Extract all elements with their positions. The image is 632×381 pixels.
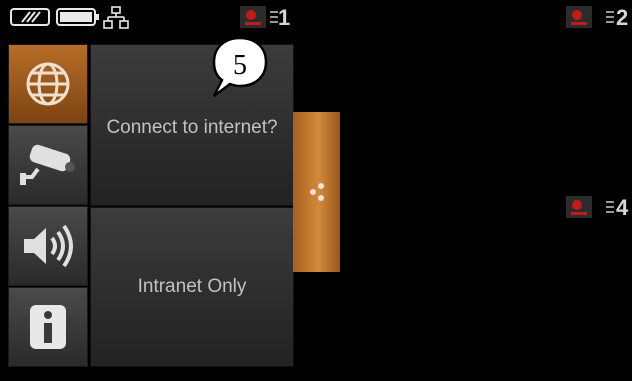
camera-icon — [20, 144, 75, 185]
globe-icon — [26, 62, 70, 106]
info-icon — [30, 305, 66, 349]
camera-number: 4 — [616, 196, 629, 220]
sidebar-item-camera[interactable] — [8, 125, 88, 205]
sidebar-item-info[interactable] — [8, 287, 88, 367]
network-status-icon — [10, 6, 50, 28]
intranet-only-label: Intranet Only — [137, 276, 247, 297]
camera-tile-1[interactable]: 1 — [240, 6, 320, 30]
callout-number: 5 — [233, 50, 247, 81]
camera-number: 2 — [616, 6, 629, 30]
menu-lines-icon — [270, 10, 278, 26]
menu-lines-icon — [606, 10, 614, 26]
camera-tile-4[interactable]: 4 — [566, 196, 632, 220]
share-icon — [310, 183, 324, 201]
sidebar-item-network[interactable] — [8, 44, 88, 124]
camera-record-icon — [240, 6, 266, 28]
connect-internet-label: Connect to internet? — [106, 117, 278, 138]
battery-icon — [56, 6, 100, 28]
connection-tree-icon — [103, 6, 129, 29]
speaker-icon — [24, 224, 73, 268]
camera-tile-2[interactable]: 2 — [566, 6, 632, 30]
sidebar-item-audio[interactable] — [8, 206, 88, 286]
camera-record-icon — [566, 196, 592, 218]
slide-tab-handle[interactable] — [293, 112, 340, 272]
callout-bubble: 5 — [200, 32, 280, 112]
menu-lines-icon — [606, 200, 614, 216]
camera-number: 1 — [278, 5, 291, 30]
intranet-only-option[interactable]: Intranet Only — [90, 207, 294, 367]
camera-record-icon — [566, 6, 592, 28]
